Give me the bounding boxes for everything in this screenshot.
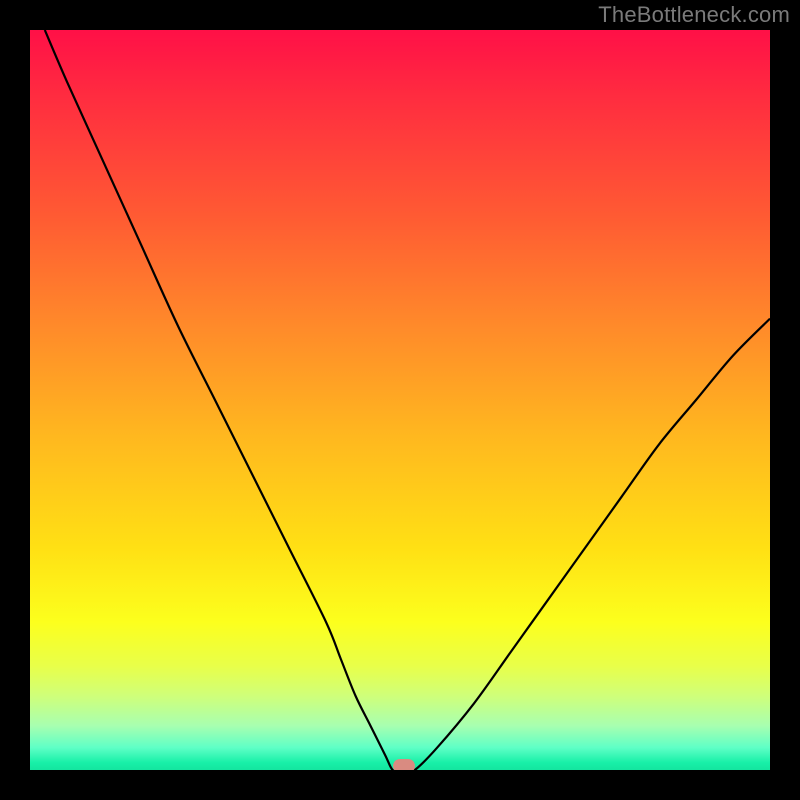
chart-frame: TheBottleneck.com <box>0 0 800 800</box>
plot-area <box>30 30 770 770</box>
bottleneck-curve <box>30 30 770 770</box>
optimal-point-marker <box>393 759 415 770</box>
attribution-label: TheBottleneck.com <box>598 2 790 28</box>
curve-path <box>45 30 770 770</box>
